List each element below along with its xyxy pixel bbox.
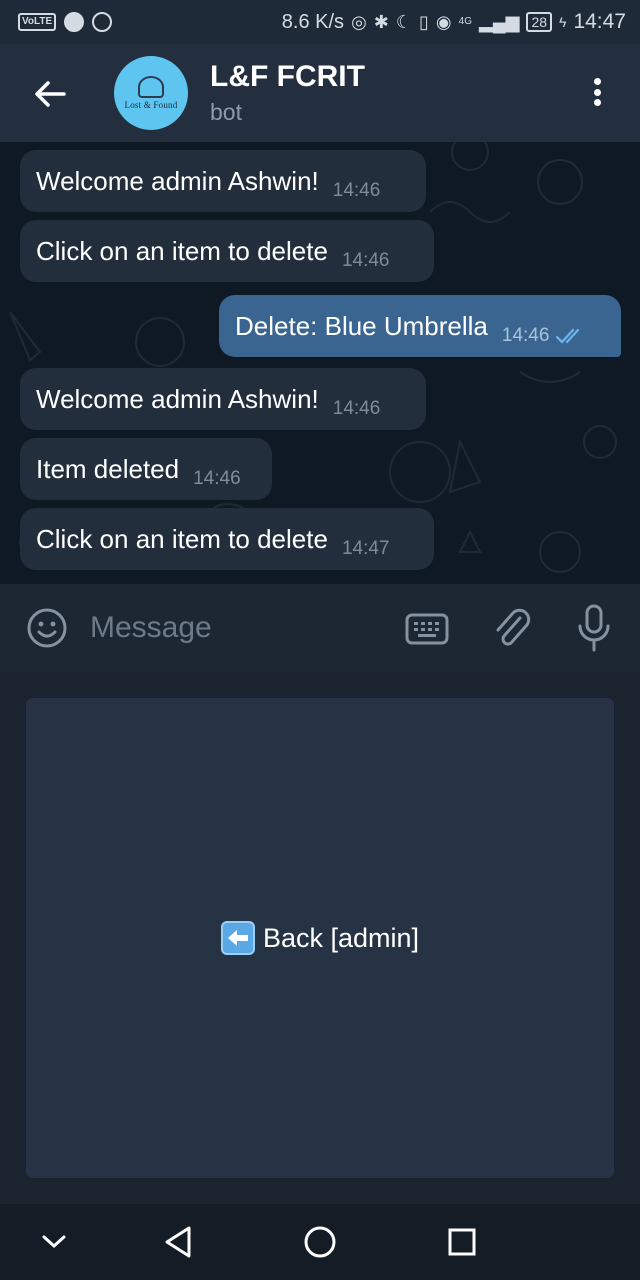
- emoji-button[interactable]: [25, 606, 69, 650]
- status-right-icons: 8.6 K/s ◎ ✱ ☾ ▯ ◉ 4G ▂▄▆ 28 ϟ 14:47: [282, 10, 626, 34]
- volte-badge: VoLTE: [18, 13, 57, 31]
- microphone-icon: [578, 604, 610, 652]
- left-arrow-emoji-icon: [220, 921, 255, 955]
- network-speed: 8.6 K/s: [281, 10, 345, 33]
- square-recents-icon: [448, 1228, 476, 1256]
- message-text: Click on an item to delete: [36, 523, 328, 554]
- vibrate-icon: ▯: [419, 11, 429, 32]
- moon-icon: ☾: [395, 11, 413, 32]
- system-nav-bar: [0, 1204, 640, 1280]
- message-time: 14:46: [332, 180, 381, 201]
- charging-icon: ϟ: [559, 14, 567, 30]
- bot-keyboard: Back [admin]: [0, 672, 640, 1204]
- message-bubble[interactable]: Click on an item to delete 14:46: [20, 220, 434, 282]
- message-bubble[interactable]: Click on an item to delete 14:47: [20, 508, 434, 570]
- status-bar: VoLTE 8.6 K/s ◎ ✱ ☾ ▯ ◉ 4G ▂▄▆ 28 ϟ 14:4…: [0, 0, 640, 44]
- lost-found-logo-icon: [138, 76, 164, 98]
- nav-back-button[interactable]: [156, 1220, 200, 1264]
- chat-subtitle: bot: [210, 99, 242, 125]
- keyboard-toggle-button[interactable]: [404, 610, 450, 648]
- message-time: 14:46: [501, 325, 550, 346]
- status-time: 14:47: [573, 10, 626, 33]
- message-bubble[interactable]: Welcome admin Ashwin! 14:46: [20, 150, 426, 212]
- chat-header: Lost & Found L&F FCRIT bot: [0, 44, 640, 142]
- message-time: 14:46: [193, 468, 241, 489]
- message-text: Welcome admin Ashwin!: [36, 383, 319, 414]
- message-composer: [0, 584, 640, 672]
- message-input[interactable]: [90, 604, 380, 652]
- outgoing-message-bubble[interactable]: Delete: Blue Umbrella 14:46: [219, 295, 621, 357]
- message-text: Delete: Blue Umbrella: [235, 310, 488, 341]
- status-left-icons: VoLTE: [18, 12, 113, 32]
- keyboard-icon: [405, 613, 449, 645]
- bluetooth-icon: ✱: [373, 11, 389, 32]
- back-admin-button[interactable]: Back [admin]: [26, 698, 614, 1178]
- nav-recents-button[interactable]: [440, 1220, 484, 1264]
- message-time: 14:47: [341, 538, 390, 559]
- nav-home-button[interactable]: [298, 1220, 342, 1264]
- network-type: 4G: [458, 16, 472, 27]
- chevron-down-icon: [42, 1235, 66, 1249]
- back-button[interactable]: [28, 72, 72, 116]
- message-bubble[interactable]: Welcome admin Ashwin! 14:46: [20, 368, 426, 430]
- eye-icon: ◉: [435, 11, 452, 32]
- message-text: Item deleted: [36, 453, 180, 484]
- message-time: 14:46: [332, 398, 381, 419]
- avatar-text: Lost & Found: [124, 100, 178, 110]
- whatsapp-icon: [92, 12, 113, 32]
- nav-hide-button[interactable]: [32, 1220, 76, 1264]
- arrow-left-icon: [35, 81, 66, 107]
- triangle-back-icon: [165, 1226, 191, 1258]
- message-bubble[interactable]: Item deleted 14:46: [20, 438, 272, 500]
- attach-button[interactable]: [490, 604, 534, 652]
- more-vertical-icon[interactable]: [580, 72, 614, 112]
- circle-home-icon: [304, 1226, 336, 1258]
- message-time: 14:46: [341, 250, 390, 271]
- message-text: Welcome admin Ashwin!: [36, 165, 319, 196]
- battery-level: 28: [526, 12, 553, 32]
- hotspot-icon: ◎: [351, 11, 367, 32]
- message-list[interactable]: Welcome admin Ashwin! 14:46 Click on an …: [0, 142, 640, 584]
- double-check-icon: [556, 328, 580, 344]
- message-text: Click on an item to delete: [36, 235, 328, 266]
- voice-record-button[interactable]: [572, 602, 616, 654]
- spotify-icon: [64, 12, 85, 32]
- bot-avatar[interactable]: Lost & Found: [114, 56, 188, 130]
- paperclip-icon: [496, 608, 531, 646]
- signal-icon: ▂▄▆: [478, 11, 520, 32]
- emoji-icon: [27, 608, 67, 648]
- chat-title[interactable]: L&F FCRIT: [210, 60, 365, 94]
- back-admin-label: Back [admin]: [262, 922, 420, 953]
